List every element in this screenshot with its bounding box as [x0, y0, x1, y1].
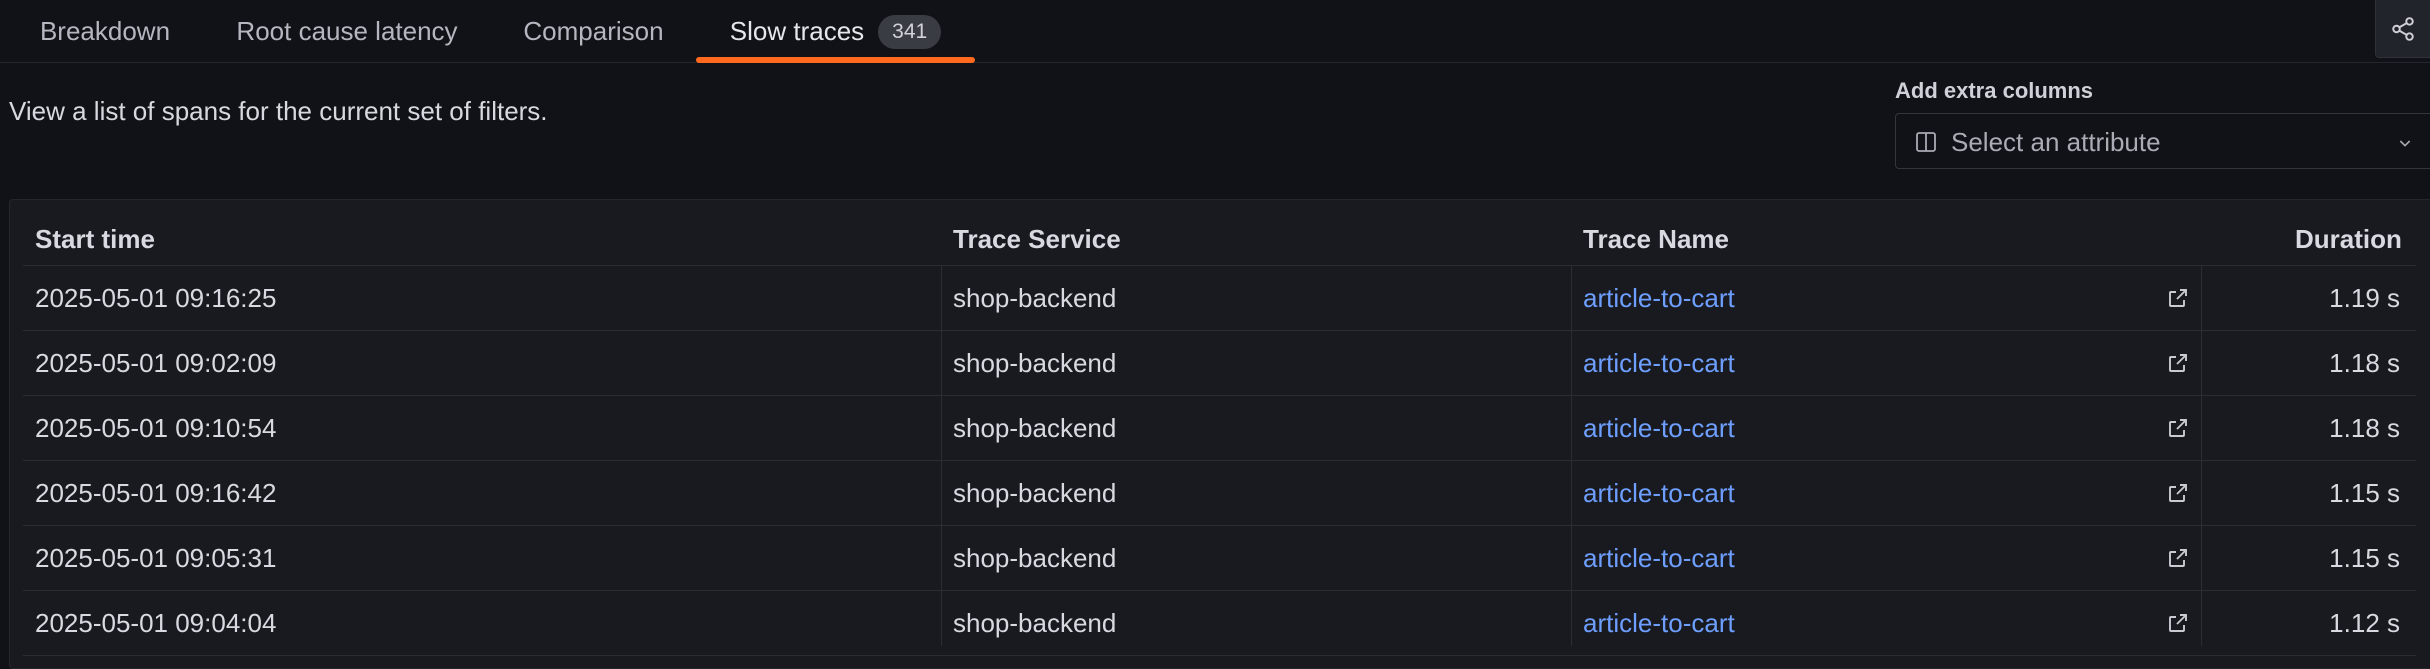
- trace-service-cell: shop-backend: [953, 348, 1117, 378]
- duration-cell: 1.18 s: [2329, 348, 2400, 378]
- trace-name-link[interactable]: article-to-cart: [1583, 283, 1735, 314]
- duration-cell: 1.12 s: [2329, 608, 2400, 638]
- tab-label: Breakdown: [39, 16, 171, 46]
- share-button[interactable]: [2375, 0, 2430, 58]
- external-link-icon: [2169, 419, 2187, 437]
- trace-name-link[interactable]: article-to-cart: [1583, 608, 1735, 639]
- trace-service-cell: shop-backend: [953, 283, 1117, 313]
- start-time-cell: 2025-05-01 09:16:25: [35, 283, 277, 313]
- extra-columns-label: Add extra columns: [1895, 78, 2094, 103]
- trace-name-link[interactable]: article-to-cart: [1583, 348, 1735, 379]
- attribute-select-placeholder: Select an attribute: [1951, 127, 2161, 157]
- table-row[interactable]: 2025-05-01 09:05:31 shop-backend article-t…: [23, 526, 2416, 591]
- start-time-cell: 2025-05-01 09:10:54: [35, 413, 277, 443]
- chevron-down-icon: [2399, 140, 2411, 147]
- table-row[interactable]: 2025-05-01 09:16:25 shop-backend article-t…: [23, 266, 2416, 331]
- open-trace-button[interactable]: [2166, 546, 2190, 575]
- trace-service-cell: shop-backend: [953, 608, 1117, 638]
- table-row[interactable]: 2025-05-01 09:10:54 shop-backend article-t…: [23, 396, 2416, 461]
- tab-count-badge: 341: [878, 14, 942, 49]
- open-trace-button[interactable]: [2166, 286, 2190, 315]
- external-link-icon: [2169, 289, 2187, 307]
- external-link-icon: [2169, 614, 2187, 632]
- open-trace-button[interactable]: [2166, 416, 2190, 445]
- tab-breakdown[interactable]: Breakdown: [37, 0, 173, 63]
- columns-icon: [1916, 132, 1936, 152]
- start-time-cell: 2025-05-01 09:05:31: [35, 543, 277, 573]
- tab-label: Comparison: [523, 16, 664, 46]
- start-time-cell: 2025-05-01 09:04:04: [35, 608, 277, 638]
- table-row[interactable]: 2025-05-01 09:02:09 shop-backend article-t…: [23, 331, 2416, 396]
- column-header-trace-service[interactable]: Trace Service: [953, 224, 1121, 255]
- open-trace-button[interactable]: [2166, 351, 2190, 380]
- duration-cell: 1.19 s: [2329, 283, 2400, 313]
- duration-cell: 1.15 s: [2329, 543, 2400, 573]
- tab-label: Slow traces: [729, 16, 865, 46]
- trace-name-link[interactable]: article-to-cart: [1583, 413, 1735, 444]
- trace-service-cell: shop-backend: [953, 413, 1117, 443]
- tab-label: Root cause latency: [236, 16, 458, 46]
- duration-cell: 1.18 s: [2329, 413, 2400, 443]
- table-row[interactable]: 2025-05-01 09:04:04 shop-backend article-t…: [23, 591, 2416, 656]
- external-link-icon: [2169, 354, 2187, 372]
- trace-name-link[interactable]: article-to-cart: [1583, 543, 1735, 574]
- trace-name-link[interactable]: article-to-cart: [1583, 478, 1735, 509]
- start-time-cell: 2025-05-01 09:16:42: [35, 478, 277, 508]
- external-link-icon: [2169, 549, 2187, 567]
- column-header-duration[interactable]: Duration: [2295, 224, 2402, 255]
- column-header-trace-name[interactable]: Trace Name: [1583, 224, 1729, 255]
- tab-slow-traces[interactable]: Slow traces 341: [696, 0, 975, 63]
- open-trace-button[interactable]: [2166, 611, 2190, 640]
- tab-bar: Breakdown Root cause latency Comparison …: [0, 0, 2430, 63]
- trace-service-cell: shop-backend: [953, 478, 1117, 508]
- trace-service-cell: shop-backend: [953, 543, 1117, 573]
- attribute-select[interactable]: Select an attribute: [1895, 113, 2430, 169]
- column-header-start-time[interactable]: Start time: [35, 224, 155, 255]
- panel-description: View a list of spans for the current set…: [9, 96, 548, 126]
- open-trace-button[interactable]: [2166, 481, 2190, 510]
- start-time-cell: 2025-05-01 09:02:09: [35, 348, 277, 378]
- table-row[interactable]: 2025-05-01 09:16:42 shop-backend article-t…: [23, 461, 2416, 526]
- active-tab-indicator: [696, 57, 975, 63]
- tab-root-cause-latency[interactable]: Root cause latency: [231, 0, 463, 63]
- external-link-icon: [2169, 484, 2187, 502]
- duration-cell: 1.15 s: [2329, 478, 2400, 508]
- tab-comparison[interactable]: Comparison: [519, 0, 668, 63]
- share-icon: [2392, 16, 2414, 41]
